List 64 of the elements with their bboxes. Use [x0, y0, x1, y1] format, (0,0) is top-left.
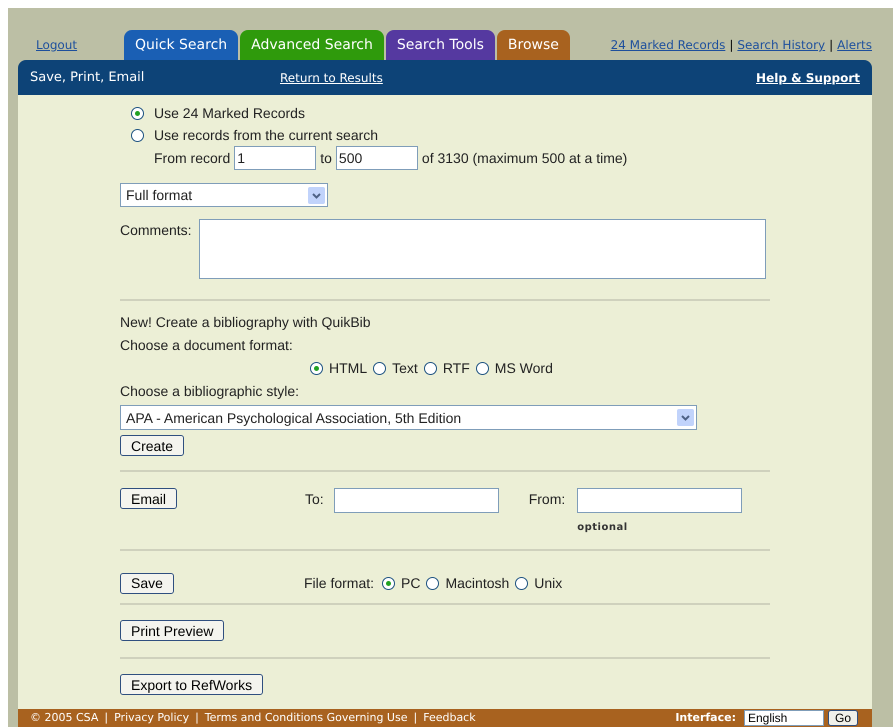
- document-format-label: Choose a document format:: [120, 336, 294, 354]
- bibliographic-style-dropdown[interactable]: APA - American Psychological Association, 5th Edition: [120, 405, 697, 430]
- export-refworks-button[interactable]: Export to RefWorks: [120, 674, 264, 695]
- top-link[interactable]: Alerts: [837, 36, 872, 54]
- create-button[interactable]: Create: [120, 435, 184, 456]
- separator: |: [195, 711, 199, 725]
- top-link[interactable]: Search History: [737, 36, 826, 54]
- radio-label: MS Word: [494, 359, 553, 377]
- optional-hint: optional: [577, 521, 629, 535]
- to-label: To:: [305, 490, 324, 509]
- radio-button[interactable]: [426, 576, 440, 590]
- nav-tab[interactable]: Quick Search: [124, 30, 238, 60]
- help-support-link[interactable]: Help & Support: [756, 68, 860, 86]
- comments-field[interactable]: [198, 219, 766, 279]
- from-record-field[interactable]: 1: [234, 146, 316, 170]
- radio-label: RTF: [442, 359, 470, 377]
- radio-button[interactable]: [373, 362, 386, 374]
- nav-tab[interactable]: Search Tools: [386, 30, 495, 60]
- footer-link[interactable]: Terms and Conditions Governing Use: [204, 711, 408, 725]
- save-button[interactable]: Save: [120, 572, 174, 594]
- radio-label: Use 24 Marked Records: [154, 104, 305, 122]
- range-note: of 3130 (maximum 500 at a time): [422, 149, 628, 167]
- to-record-field[interactable]: 500: [336, 146, 418, 170]
- top-link[interactable]: 24 Marked Records: [610, 36, 726, 54]
- from-record-label: From record: [154, 149, 230, 167]
- radio-label: Macintosh: [445, 574, 510, 592]
- from-label: From:: [528, 490, 566, 509]
- radio-button[interactable]: [382, 576, 396, 590]
- go-button[interactable]: Go: [828, 710, 858, 726]
- page-title: Save, Print, Email: [30, 68, 146, 87]
- logout-link[interactable]: Logout: [36, 38, 78, 52]
- radio-button[interactable]: [476, 362, 489, 374]
- radio-label: Text: [392, 359, 418, 377]
- comments-label: Comments:: [120, 221, 192, 240]
- radio-label: Unix: [534, 574, 562, 592]
- to-label: to: [320, 149, 332, 167]
- separator: |: [414, 711, 418, 725]
- footer-link[interactable]: Privacy Policy: [114, 711, 190, 725]
- interface-label: Interface:: [675, 711, 736, 725]
- radio-button[interactable]: [131, 128, 144, 142]
- nav-tab[interactable]: Browse: [496, 30, 570, 60]
- file-format-label: File format:: [304, 574, 374, 592]
- to-field[interactable]: [334, 488, 499, 513]
- radio-label: Use records from the current search: [154, 126, 378, 144]
- radio-button[interactable]: [515, 576, 528, 590]
- separator: |: [829, 37, 834, 54]
- return-to-results-link[interactable]: Return to Results: [280, 68, 383, 86]
- copyright-text: © 2005 CSA: [30, 711, 98, 725]
- separator: |: [729, 37, 734, 54]
- print-preview-button[interactable]: Print Preview: [120, 620, 224, 641]
- nav-tab[interactable]: Advanced Search: [240, 30, 384, 60]
- format-dropdown[interactable]: Full format: [120, 183, 328, 207]
- radio-button[interactable]: [131, 106, 144, 120]
- separator: |: [104, 711, 108, 725]
- radio-label: PC: [401, 574, 420, 592]
- radio-button[interactable]: [424, 362, 437, 374]
- footer-link[interactable]: Feedback: [423, 711, 476, 725]
- radio-label: HTML: [329, 359, 368, 377]
- from-field[interactable]: [577, 488, 742, 513]
- bibliographic-style-label: Choose a bibliographic style:: [120, 382, 300, 400]
- quikbib-heading: New! Create a bibliography with QuikBib: [120, 313, 372, 331]
- language-dropdown[interactable]: English: [744, 710, 824, 726]
- email-button[interactable]: Email: [120, 488, 178, 509]
- radio-button[interactable]: [310, 362, 323, 374]
